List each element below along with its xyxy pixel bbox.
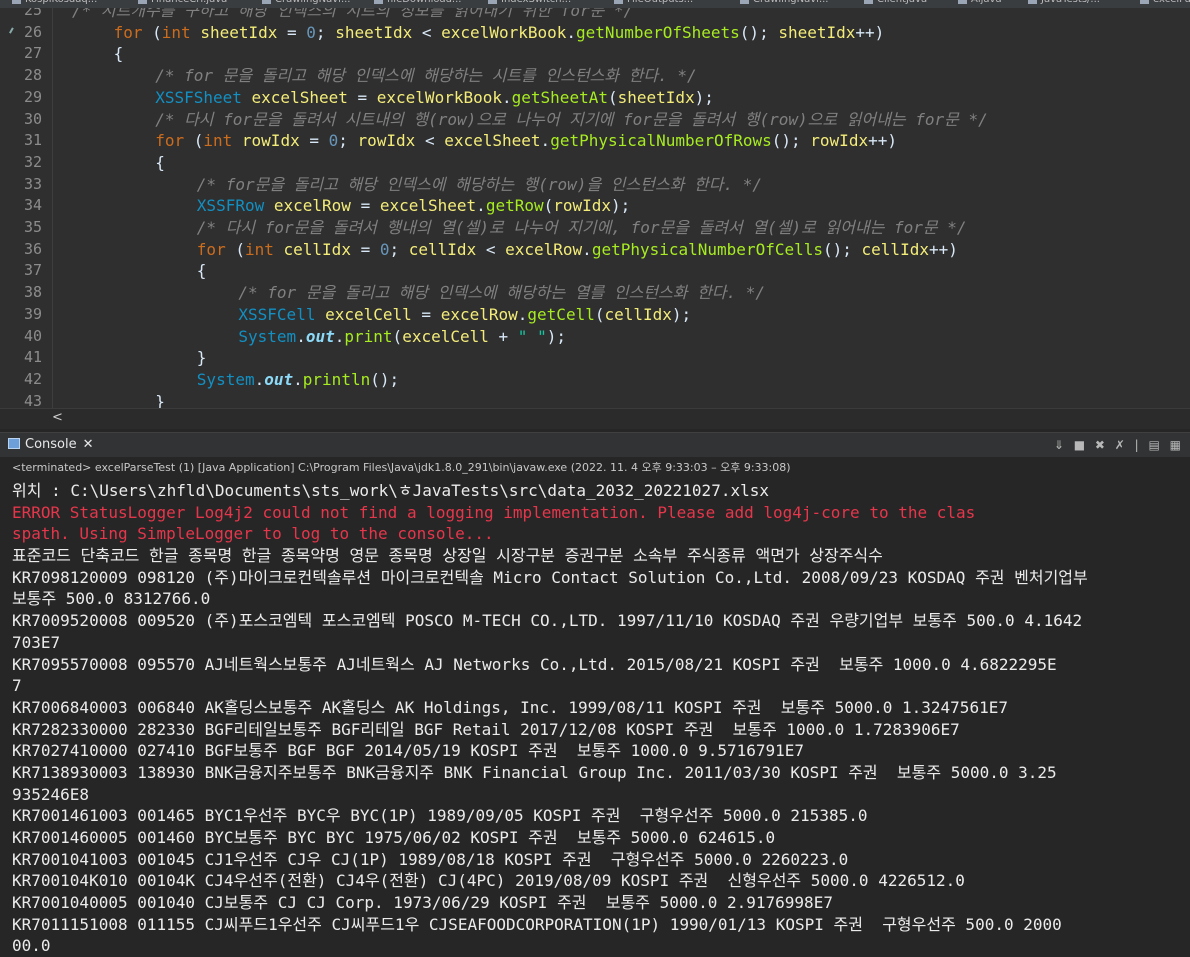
close-icon[interactable]: ✕ bbox=[83, 437, 94, 452]
java-file-icon bbox=[138, 0, 147, 4]
output-line: KR7095570008 095570 AJ네트웍스보통주 AJ네트웍스 AJ … bbox=[12, 654, 1057, 674]
line-number: 43 bbox=[23, 391, 42, 408]
editor-tab[interactable]: CrawlingNavi... bbox=[262, 0, 350, 8]
line-number: 38 bbox=[23, 283, 42, 302]
tab-console[interactable]: Console ✕ bbox=[8, 437, 94, 452]
output-line: KR7138930003 138930 BNK금융지주보통주 BNK금융지주 B… bbox=[12, 762, 1057, 782]
editor-tab[interactable]: JavaTests/... bbox=[1028, 0, 1100, 8]
output-line: KR7001040005 001040 CJ보통주 CJ CJ Corp. 19… bbox=[12, 893, 833, 913]
terminated-status: <terminated> excelParseTest (1) [Java Ap… bbox=[12, 461, 791, 474]
java-file-icon bbox=[864, 0, 873, 4]
code-line[interactable]: /* for 문을 돌리고 해당 인덱스에 해당하는 열를 인스턴스화 한다. … bbox=[238, 282, 765, 304]
code-line[interactable]: XSSFSheet excelSheet = excelWorkBook.get… bbox=[155, 87, 714, 109]
code-editor[interactable]: 25 26 27 28 29 30 31 32 33 34 35 36 37 38 39 40 41 42 43 /… bbox=[0, 8, 1190, 408]
java-file-icon bbox=[374, 0, 383, 4]
code-line[interactable]: { bbox=[197, 260, 207, 282]
line-number: 27 bbox=[23, 44, 42, 63]
editor-tab[interactable]: Aijava bbox=[958, 0, 1002, 8]
console-tab-label: Console bbox=[25, 437, 77, 452]
line-number: 31 bbox=[23, 131, 42, 150]
editor-tab[interactable]: fileDownload... bbox=[374, 0, 461, 8]
code-line[interactable]: for (int sheetIdx = 0; sheetIdx < excelW… bbox=[114, 22, 885, 44]
output-line: KR7027410000 027410 BGF보통주 BGF BGF 2014/… bbox=[12, 741, 805, 761]
line-number: 39 bbox=[23, 304, 42, 323]
output-line: 7 bbox=[12, 676, 22, 696]
java-file-icon bbox=[740, 0, 749, 4]
code-line[interactable]: } bbox=[155, 391, 165, 408]
editor-tab[interactable]: IndexSwitch... bbox=[488, 0, 571, 8]
editor-tab-strip: KospiKosdaq... FinanceCrl.java CrawlingNav… bbox=[0, 0, 1190, 8]
line-number: 29 bbox=[23, 87, 42, 106]
code-line[interactable]: XSSFRow excelRow = excelSheet.getRow(row… bbox=[197, 195, 631, 217]
output-line: KR7001460005 001460 BYC보통주 BYC BYC 1975/… bbox=[12, 828, 776, 847]
output-line: 위치 : C:\Users\zhfld\Documents\sts_work\ㅎ… bbox=[12, 481, 769, 500]
console-toolbar[interactable]: ⇓ ■ ✖ ✗ | ▤ ▦ bbox=[1054, 438, 1184, 452]
java-file-icon bbox=[12, 0, 21, 4]
line-number: 28 bbox=[23, 66, 42, 85]
line-number-gutter: 25 26 27 28 29 30 31 32 33 34 35 36 37 38 39 40 41 42 43 bbox=[0, 8, 53, 408]
output-line: 00.0 bbox=[12, 936, 51, 956]
output-line: KR7282330000 282330 BGF리테일보통주 BGF리테일 BGF… bbox=[12, 719, 960, 739]
line-number: 36 bbox=[23, 239, 42, 258]
output-line: KR7011151008 011155 CJ씨푸드1우선주 CJ씨푸드1우 CJ… bbox=[12, 914, 1062, 934]
line-number: 26 bbox=[23, 22, 42, 41]
editor-tab[interactable]: FinanceCrl.java bbox=[138, 0, 227, 8]
line-number: 40 bbox=[23, 326, 42, 345]
code-line[interactable]: /* 다시 for문을 돌려서 시트내의 행(row)으로 나누어 지기에 fo… bbox=[155, 109, 988, 131]
editor-tab[interactable]: CrawlingNavi... bbox=[740, 0, 828, 8]
output-line: KR700104K010 00104K CJ4우선주(전환) CJ4우(전환) … bbox=[12, 871, 965, 891]
scroll-left-icon[interactable]: < bbox=[52, 410, 63, 425]
code-line[interactable]: System.out.println(); bbox=[197, 369, 399, 391]
code-line[interactable]: { bbox=[114, 43, 124, 65]
code-line[interactable]: /* for 문을 돌리고 해당 인덱스에 해당하는 시트를 인스턴스화 한다.… bbox=[155, 65, 696, 87]
code-line[interactable]: System.out.print(excelCell + " "); bbox=[238, 326, 566, 348]
line-number: 37 bbox=[23, 261, 42, 280]
editor-horizontal-scrollbar[interactable]: < bbox=[0, 408, 1190, 429]
java-file-icon bbox=[614, 0, 623, 4]
output-line: 935246E8 bbox=[12, 784, 90, 804]
java-file-icon bbox=[1028, 0, 1037, 4]
code-line[interactable]: XSSFCell excelCell = excelRow.getCell(ce… bbox=[238, 304, 691, 326]
error-line: spath. Using SimpleLogger to log to the … bbox=[12, 524, 494, 544]
output-line: KR7001461003 001465 BYC1우선주 BYC우 BYC(1P)… bbox=[12, 806, 868, 826]
output-line: KR7009520008 009520 (주)포스코엠텍 포스코엠텍 POSCO… bbox=[12, 611, 1083, 631]
console-output[interactable]: 위치 : C:\Users\zhfld\Documents\sts_work\ㅎ… bbox=[12, 480, 1188, 957]
line-number: 33 bbox=[23, 174, 42, 193]
java-file-icon bbox=[262, 0, 271, 4]
code-area[interactable]: /* 시트개수를 구하고 해당 인덱스의 시트의 정보를 읽어내기 위한 for… bbox=[62, 8, 1190, 408]
java-file-icon bbox=[488, 0, 497, 4]
console-view-header: Console ✕ ⇓ ■ ✖ ✗ | ▤ ▦ bbox=[0, 432, 1190, 457]
java-file-icon bbox=[1140, 0, 1149, 4]
output-line: KR7098120009 098120 (주)마이크로컨텍솔루션 마이크로컨텍솔… bbox=[12, 567, 1088, 587]
code-line[interactable]: for (int cellIdx = 0; cellIdx < excelRow… bbox=[197, 239, 958, 261]
output-line: KR7006840003 006840 AK홀딩스보통주 AK홀딩스 AK Ho… bbox=[12, 697, 1008, 717]
output-line: KR7001041003 001045 CJ1우선주 CJ우 CJ(1P) 19… bbox=[12, 849, 849, 869]
line-number: 34 bbox=[23, 196, 42, 215]
code-line[interactable]: for (int rowIdx = 0; rowIdx < excelSheet… bbox=[155, 130, 897, 152]
edit-marker-icon bbox=[9, 27, 19, 37]
code-line[interactable]: } bbox=[197, 347, 207, 369]
line-number: 25 bbox=[23, 8, 42, 19]
console-icon bbox=[8, 438, 20, 449]
editor-tab[interactable]: FileOutputs... bbox=[614, 0, 693, 8]
code-line[interactable]: /* 시트개수를 구하고 해당 인덱스의 시트의 정보를 읽어내기 위한 for… bbox=[72, 8, 633, 22]
line-number: 30 bbox=[23, 109, 42, 128]
line-number: 35 bbox=[23, 218, 42, 236]
code-line[interactable]: /* 다시 for문을 돌려서 행내의 열(셀)로 나누어 지기에, for문을… bbox=[197, 217, 967, 239]
output-line: 703E7 bbox=[12, 632, 61, 652]
output-line: 보통주 500.0 8312766.0 bbox=[12, 589, 211, 609]
output-line: 표준코드 단축코드 한글 종목명 한글 종목약명 영문 종목명 상장일 시장구분… bbox=[12, 546, 883, 566]
editor-tab[interactable]: KospiKosdaq... bbox=[12, 0, 97, 8]
line-number: 41 bbox=[23, 348, 42, 367]
line-number: 32 bbox=[23, 152, 42, 171]
java-file-icon bbox=[958, 0, 967, 4]
code-line[interactable]: /* for문을 돌리고 해당 인덱스에 해당하는 행(row)을 인스턴스화 … bbox=[197, 174, 762, 196]
code-line[interactable]: { bbox=[155, 152, 165, 174]
editor-tab[interactable]: ClientJava bbox=[864, 0, 927, 8]
error-line: ERROR StatusLogger Log4j2 could not find… bbox=[12, 502, 976, 522]
editor-tab[interactable]: excelParse... bbox=[1140, 0, 1190, 8]
line-number: 42 bbox=[23, 369, 42, 388]
